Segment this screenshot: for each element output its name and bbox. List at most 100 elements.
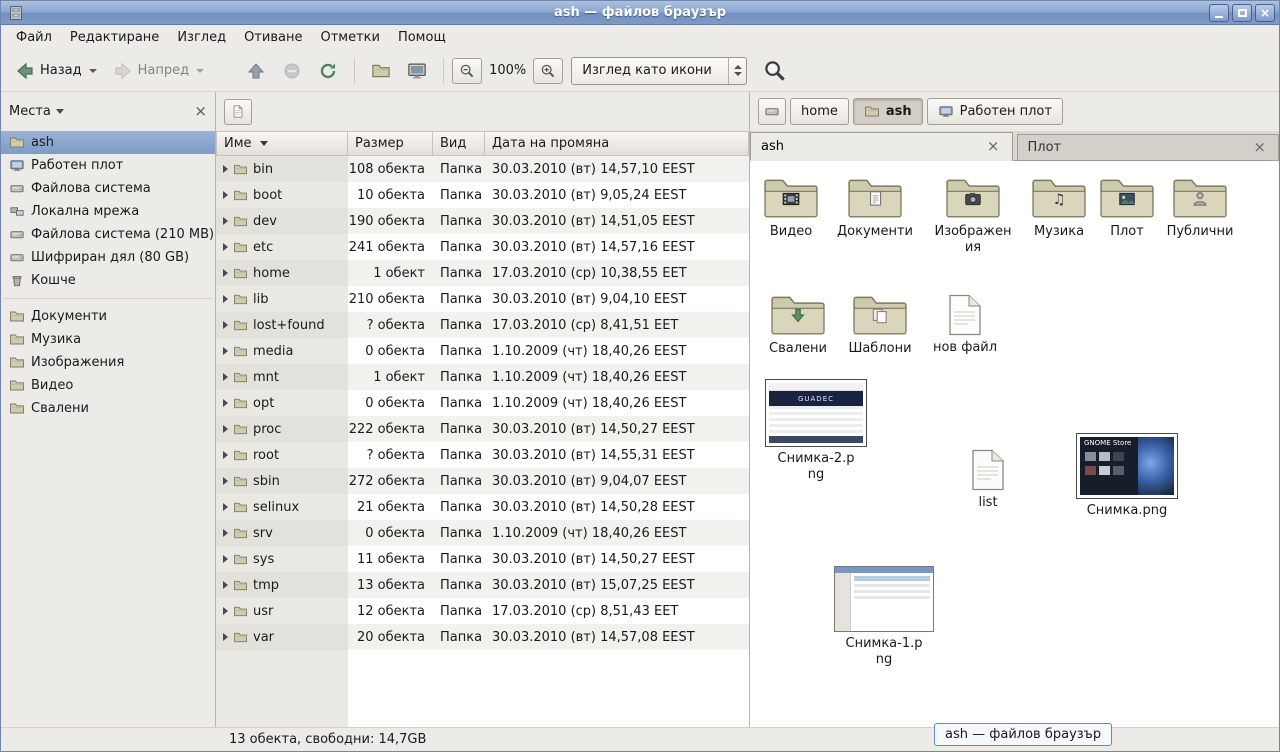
expander-icon[interactable] xyxy=(223,373,228,381)
icon-item[interactable]: list xyxy=(956,449,1020,511)
sidebar-item-3[interactable]: Локална мрежа xyxy=(1,200,215,223)
menu-item-5[interactable]: Помощ xyxy=(389,26,455,49)
icon-item[interactable]: Плот xyxy=(1087,174,1167,240)
expander-icon[interactable] xyxy=(223,399,228,407)
sidebar-title-select[interactable]: Места xyxy=(9,104,64,119)
menu-item-2[interactable]: Изглед xyxy=(168,26,235,49)
expander-icon[interactable] xyxy=(223,425,228,433)
icon-item[interactable]: Шаблони xyxy=(840,291,920,357)
zoom-in-button[interactable] xyxy=(533,58,563,84)
table-row[interactable]: sys 11 обекта Папка 30.03.2010 (вт) 14,5… xyxy=(216,546,749,572)
expander-icon[interactable] xyxy=(223,347,228,355)
menu-item-3[interactable]: Отиване xyxy=(235,26,311,49)
sidebar-item-11[interactable]: Свалени xyxy=(1,397,215,420)
icon-item[interactable]: Свалени xyxy=(758,291,838,357)
table-row[interactable]: tmp 13 обекта Папка 30.03.2010 (вт) 15,0… xyxy=(216,572,749,598)
column-header-2[interactable]: Вид xyxy=(433,131,485,156)
breadcrumb-button-3[interactable]: Работен плот xyxy=(927,98,1063,125)
table-row[interactable]: usr 12 обекта Папка 17.03.2010 (ср) 8,51… xyxy=(216,598,749,624)
expander-icon[interactable] xyxy=(223,503,228,511)
tab-1[interactable]: Плот× xyxy=(1017,134,1280,160)
search-button[interactable] xyxy=(759,55,791,87)
icon-item[interactable]: Изображения xyxy=(933,174,1013,255)
table-row[interactable]: proc 222 обекта Папка 30.03.2010 (вт) 14… xyxy=(216,416,749,442)
tab-close-icon[interactable]: × xyxy=(1251,140,1268,155)
breadcrumb-button-0[interactable] xyxy=(758,98,786,125)
expander-icon[interactable] xyxy=(223,477,228,485)
menu-item-1[interactable]: Редактиране xyxy=(61,26,168,49)
table-row[interactable]: selinux 21 обекта Папка 30.03.2010 (вт) … xyxy=(216,494,749,520)
column-header-1[interactable]: Размер xyxy=(348,131,433,156)
sidebar-item-7[interactable]: Документи xyxy=(1,305,215,328)
sidebar-item-6[interactable]: Кошче xyxy=(1,269,215,292)
icon-item[interactable]: GUADECСнимка-2.png xyxy=(776,379,856,482)
back-button[interactable]: Назад xyxy=(7,55,105,87)
expander-icon[interactable] xyxy=(223,607,228,615)
home-button[interactable] xyxy=(363,56,399,86)
sidebar-item-2[interactable]: Файлова система xyxy=(1,177,215,200)
sidebar-close-button[interactable]: × xyxy=(194,104,207,119)
table-row[interactable]: dev 190 обекта Папка 30.03.2010 (вт) 14,… xyxy=(216,208,749,234)
tab-close-icon[interactable]: × xyxy=(985,139,1002,154)
icon-item[interactable]: Документи xyxy=(835,174,915,240)
table-row[interactable]: lost+found ? обекта Папка 17.03.2010 (ср… xyxy=(216,312,749,338)
sidebar-item-4[interactable]: Файлова система (210 MB) xyxy=(1,223,215,246)
expander-icon[interactable] xyxy=(223,321,228,329)
expander-icon[interactable] xyxy=(223,269,228,277)
tab-0[interactable]: ash× xyxy=(750,132,1013,161)
table-row[interactable]: sbin 272 обекта Папка 30.03.2010 (вт) 9,… xyxy=(216,468,749,494)
sidebar-item-5[interactable]: Шифриран дял (80 GB) xyxy=(1,246,215,269)
table-row[interactable]: root ? обекта Папка 30.03.2010 (вт) 14,5… xyxy=(216,442,749,468)
icon-item[interactable]: Видео xyxy=(751,174,831,240)
expander-icon[interactable] xyxy=(223,633,228,641)
table-row[interactable]: bin 108 обекта Папка 30.03.2010 (вт) 14,… xyxy=(216,156,749,182)
sidebar-item-8[interactable]: Музика xyxy=(1,328,215,351)
table-row[interactable]: media 0 обекта Папка 1.10.2009 (чт) 18,4… xyxy=(216,338,749,364)
column-header-3[interactable]: Дата на промяна xyxy=(485,131,749,156)
sidebar-item-9[interactable]: Изображения xyxy=(1,351,215,374)
icon-view[interactable]: Видео Документи Изображения ♫ Музика Пло… xyxy=(750,161,1279,727)
expander-icon[interactable] xyxy=(223,295,228,303)
titlebar[interactable]: ash — файлов браузър × xyxy=(1,1,1279,25)
breadcrumb-button-2[interactable]: ash xyxy=(853,98,923,125)
expander-icon[interactable] xyxy=(223,217,228,225)
menu-item-4[interactable]: Отметки xyxy=(311,26,388,49)
sidebar-item-1[interactable]: Работен плот xyxy=(1,154,215,177)
expander-icon[interactable] xyxy=(223,529,228,537)
minimize-button[interactable] xyxy=(1209,4,1229,22)
root-location-button[interactable] xyxy=(224,99,252,125)
menu-item-0[interactable]: Файл xyxy=(7,26,61,49)
table-row[interactable]: srv 0 обекта Папка 1.10.2009 (чт) 18,40,… xyxy=(216,520,749,546)
expander-icon[interactable] xyxy=(223,191,228,199)
table-row[interactable]: opt 0 обекта Папка 1.10.2009 (чт) 18,40,… xyxy=(216,390,749,416)
expander-icon[interactable] xyxy=(223,581,228,589)
zoom-out-button[interactable] xyxy=(452,58,482,84)
icon-item[interactable]: нов файл xyxy=(929,294,1001,356)
sidebar-item-0[interactable]: ash xyxy=(1,131,215,154)
table-row[interactable]: boot 10 обекта Папка 30.03.2010 (вт) 9,0… xyxy=(216,182,749,208)
view-mode-select[interactable]: Изглед като икони xyxy=(571,57,747,85)
maximize-button[interactable] xyxy=(1232,4,1252,22)
expander-icon[interactable] xyxy=(223,165,228,173)
reload-button[interactable] xyxy=(310,55,346,87)
icon-item[interactable]: Снимка-1.png xyxy=(844,566,924,667)
breadcrumb-button-1[interactable]: home xyxy=(790,98,849,125)
table-row[interactable]: etc 241 обекта Папка 30.03.2010 (вт) 14,… xyxy=(216,234,749,260)
forward-button[interactable]: Напред xyxy=(105,55,212,87)
table-row[interactable]: home 1 обект Папка 17.03.2010 (ср) 10,38… xyxy=(216,260,749,286)
expander-icon[interactable] xyxy=(223,243,228,251)
computer-button[interactable] xyxy=(399,55,435,87)
column-header-0[interactable]: Име xyxy=(216,131,348,156)
icon-item[interactable]: GNOME StoreСнимка.png xyxy=(1076,433,1178,519)
expander-icon[interactable] xyxy=(223,555,228,563)
expander-icon[interactable] xyxy=(223,451,228,459)
combo-spinner-icon[interactable] xyxy=(728,58,746,84)
icon-item[interactable]: Публични xyxy=(1160,174,1240,240)
up-button[interactable] xyxy=(238,55,274,87)
table-row[interactable]: mnt 1 обект Папка 1.10.2009 (чт) 18,40,2… xyxy=(216,364,749,390)
stop-button[interactable] xyxy=(274,55,310,87)
table-row[interactable]: lib 210 обекта Папка 30.03.2010 (вт) 9,0… xyxy=(216,286,749,312)
close-button[interactable]: × xyxy=(1255,4,1275,22)
table-row[interactable]: var 20 обекта Папка 30.03.2010 (вт) 14,5… xyxy=(216,624,749,650)
sidebar-item-10[interactable]: Видео xyxy=(1,374,215,397)
